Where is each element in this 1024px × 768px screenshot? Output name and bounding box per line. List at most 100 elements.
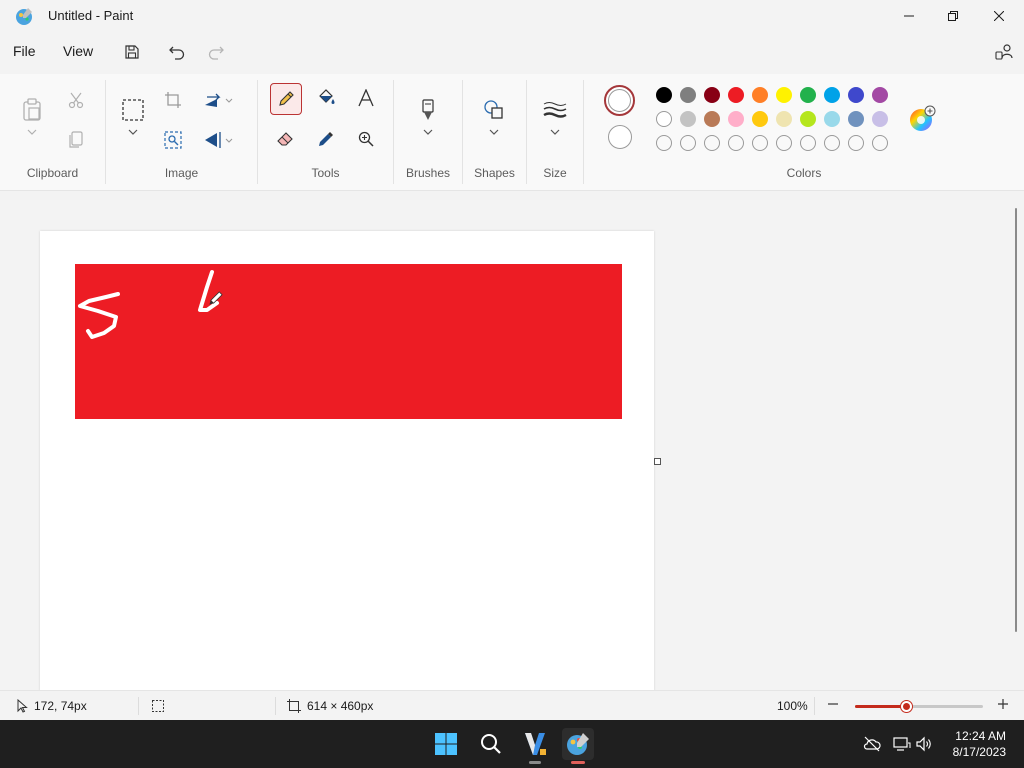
shapes-label: Shapes <box>474 166 515 180</box>
color-swatch[interactable] <box>752 111 768 127</box>
custom-color-slot[interactable] <box>776 135 792 151</box>
color-swatch[interactable] <box>872 111 888 127</box>
edit-colors-button[interactable] <box>908 104 938 134</box>
copy-button[interactable] <box>62 126 90 154</box>
close-button[interactable] <box>976 0 1022 32</box>
freehand-strokes <box>78 270 223 339</box>
custom-color-slot[interactable] <box>680 135 696 151</box>
taskbar-app-paint[interactable] <box>562 728 594 764</box>
custom-color-slot[interactable] <box>824 135 840 151</box>
start-button[interactable] <box>430 728 462 760</box>
paste-dropdown[interactable] <box>18 122 46 142</box>
cursor-position-text: 172, 74px <box>34 699 87 713</box>
color-swatch[interactable] <box>776 111 792 127</box>
search-button[interactable] <box>475 728 507 760</box>
color-swatch[interactable] <box>680 111 696 127</box>
minimize-button[interactable] <box>886 0 932 32</box>
flip-dropdown[interactable] <box>222 126 236 154</box>
select-button[interactable] <box>119 96 147 124</box>
size-button[interactable] <box>541 96 569 124</box>
brushes-button[interactable] <box>414 96 442 124</box>
paste-button[interactable] <box>18 96 46 124</box>
image-label: Image <box>164 166 199 180</box>
color-swatch[interactable] <box>704 111 720 127</box>
undo-button[interactable] <box>165 40 189 64</box>
image-search-button[interactable] <box>159 126 187 154</box>
colors-label: Colors <box>786 166 822 180</box>
taskbar-app-editor[interactable] <box>519 728 551 764</box>
color-swatch[interactable] <box>872 87 888 103</box>
status-divider <box>814 697 815 715</box>
active-indicator <box>571 761 585 764</box>
clock-date: 8/17/2023 <box>952 745 1006 759</box>
primary-color[interactable] <box>604 85 635 116</box>
volume-status[interactable] <box>908 728 940 760</box>
eraser-tool[interactable] <box>271 125 299 153</box>
paint-bucket-icon <box>319 89 335 104</box>
secondary-color[interactable] <box>608 125 632 149</box>
status-divider <box>138 697 139 715</box>
color-swatch[interactable] <box>704 87 720 103</box>
custom-color-slot[interactable] <box>800 135 816 151</box>
select-dropdown[interactable] <box>119 122 147 142</box>
color-swatch[interactable] <box>728 111 744 127</box>
color-swatch[interactable] <box>776 87 792 103</box>
chevron-down-icon <box>489 129 499 135</box>
color-swatch[interactable] <box>800 111 816 127</box>
crop-button[interactable] <box>159 86 187 114</box>
size-dropdown[interactable] <box>541 122 569 142</box>
brushes-dropdown[interactable] <box>414 122 442 142</box>
account-button[interactable] <box>992 40 1016 64</box>
color-swatch[interactable] <box>824 111 840 127</box>
cloud-offline-icon <box>863 736 881 752</box>
scrollbar-thumb[interactable] <box>1015 208 1017 632</box>
zoom-in-button[interactable] <box>997 698 1009 710</box>
custom-color-slot[interactable] <box>872 135 888 151</box>
chevron-down-icon <box>128 129 138 135</box>
zoom-slider-thumb[interactable] <box>901 701 913 712</box>
resize-icon <box>205 93 221 107</box>
color-picker-tool[interactable] <box>312 125 340 153</box>
color-swatch[interactable] <box>824 87 840 103</box>
fill-tool[interactable] <box>312 84 340 112</box>
shapes-button[interactable] <box>480 96 508 124</box>
cut-button[interactable] <box>62 86 90 114</box>
color-swatch[interactable] <box>728 87 744 103</box>
network-status[interactable] <box>856 728 888 760</box>
pencil-tool[interactable] <box>270 83 302 115</box>
color-swatch[interactable] <box>752 87 768 103</box>
zoom-out-button[interactable] <box>827 698 839 710</box>
canvas-size-text: 614 × 460px <box>307 699 374 713</box>
custom-color-slot[interactable] <box>704 135 720 151</box>
color-swatch[interactable] <box>800 87 816 103</box>
text-tool[interactable] <box>352 84 380 112</box>
zoom-level-text: 100% <box>777 699 808 713</box>
color-swatch[interactable] <box>848 111 864 127</box>
copy-icon <box>69 131 83 148</box>
color-swatch[interactable] <box>848 87 864 103</box>
canvas-resize-handle[interactable] <box>654 458 661 465</box>
custom-color-slot[interactable] <box>728 135 744 151</box>
text-icon <box>358 89 374 107</box>
menu-file[interactable]: File <box>13 43 36 59</box>
color-swatch[interactable] <box>680 87 696 103</box>
cursor-position: 172, 74px <box>16 699 87 713</box>
maximize-button[interactable] <box>930 0 976 32</box>
zoom-level: 100% <box>777 699 808 713</box>
color-swatch[interactable] <box>656 111 672 127</box>
custom-color-slot[interactable] <box>848 135 864 151</box>
custom-color-slot[interactable] <box>752 135 768 151</box>
magnifier-tool[interactable] <box>352 125 380 153</box>
shapes-dropdown[interactable] <box>480 122 508 142</box>
zoom-slider[interactable] <box>855 701 983 712</box>
minus-icon <box>828 703 838 705</box>
resize-dropdown[interactable] <box>222 86 236 114</box>
menu-view[interactable]: View <box>63 43 93 59</box>
drawing-canvas[interactable] <box>40 231 654 691</box>
system-clock[interactable]: 12:24 AM 8/17/2023 <box>953 728 1006 760</box>
custom-color-slot[interactable] <box>656 135 672 151</box>
paste-icon <box>23 98 41 121</box>
color-swatch[interactable] <box>656 87 672 103</box>
save-button[interactable] <box>120 40 144 64</box>
redo-button[interactable] <box>204 40 228 64</box>
